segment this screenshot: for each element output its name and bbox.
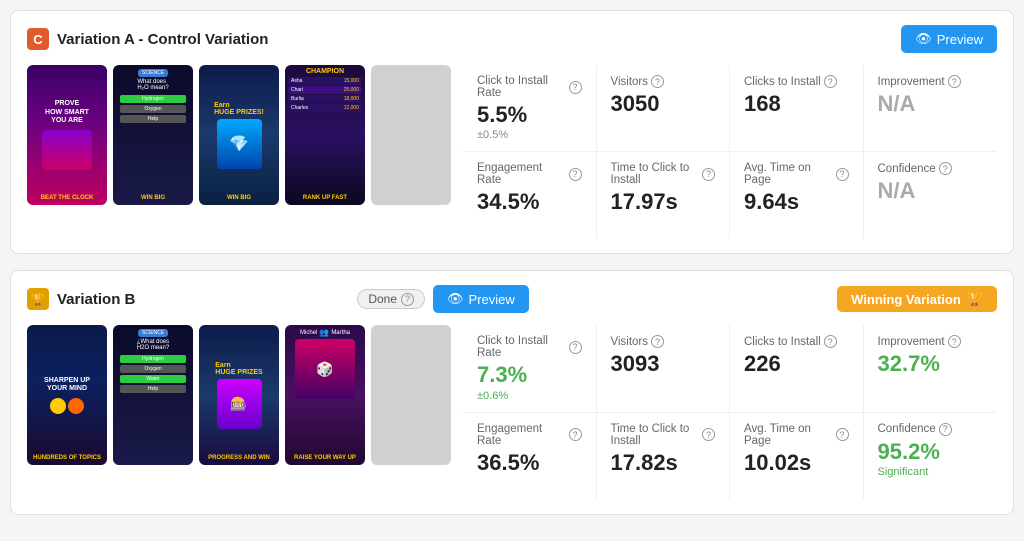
info-icon-b-ttc[interactable]: ? — [702, 428, 715, 441]
stat-b-improvement-value: 32.7% — [878, 352, 984, 376]
variation-b-screenshots: SHARPEN UPYOUR MIND HUNDREDS OF TOPICS S… — [27, 325, 451, 499]
stat-b-click-to-install-rate: Click to Install Rate ? 7.3% ±0.6% — [463, 325, 597, 412]
info-icon-b-at[interactable]: ? — [836, 428, 849, 441]
stat-b-er-value: 36.5% — [477, 451, 582, 475]
variation-a-title: Variation A - Control Variation — [57, 31, 893, 48]
variation-b-stats: Click to Install Rate ? 7.3% ±0.6% Visit… — [463, 325, 997, 499]
screenshot-a-2: SCIENCE What doesH₂O mean? Hydrogen Oxyg… — [113, 65, 193, 205]
trophy-icon: 🏆 — [967, 291, 983, 307]
variation-b-title: Variation B — [57, 291, 349, 308]
info-icon-a-improvement[interactable]: ? — [948, 75, 961, 88]
screenshot-a-4: CHAMPION Asha15,000 Chari25,000 Burlia18… — [285, 65, 365, 205]
info-icon-a-cti[interactable]: ? — [824, 75, 837, 88]
stat-a-ctr-sub: ±0.5% — [477, 129, 582, 141]
info-icon-b-visitors[interactable]: ? — [651, 335, 664, 348]
info-icon-a-er[interactable]: ? — [569, 168, 582, 181]
variation-a-card: C Variation A - Control Variation 👁 Prev… — [10, 10, 1014, 254]
variation-b-header: 🏆 Variation B Done ? 👁 Preview Winning V… — [27, 285, 997, 313]
info-icon-done[interactable]: ? — [401, 293, 414, 306]
info-icon-b-ctr[interactable]: ? — [569, 341, 582, 354]
info-icon-a-at[interactable]: ? — [836, 168, 849, 181]
stat-b-at-value: 10.02s — [744, 451, 849, 475]
variation-b-card: 🏆 Variation B Done ? 👁 Preview Winning V… — [10, 270, 1014, 514]
stat-b-ctr-sub: ±0.6% — [477, 390, 582, 402]
stat-a-avg-time: Avg. Time on Page ? 9.64s — [730, 152, 864, 239]
stat-a-improvement-value: N/A — [878, 92, 984, 116]
info-icon-b-cti[interactable]: ? — [824, 335, 837, 348]
stat-b-cti-value: 226 — [744, 352, 849, 376]
variation-a-body: PROVEHOW SMARTYOU ARE BEAT THE CLOCK SCI… — [27, 65, 997, 239]
eye-icon: 👁 — [915, 31, 932, 47]
variation-a-preview-button[interactable]: 👁 Preview — [901, 25, 997, 53]
info-icon-b-improvement[interactable]: ? — [948, 335, 961, 348]
winning-variation-badge: Winning Variation 🏆 — [837, 286, 997, 312]
variation-b-badge: 🏆 — [27, 288, 49, 310]
screenshot-a-1: PROVEHOW SMARTYOU ARE BEAT THE CLOCK — [27, 65, 107, 205]
stat-a-conf-value: N/A — [878, 179, 984, 203]
variation-b-preview-button[interactable]: 👁 Preview — [433, 285, 529, 313]
stat-a-improvement: Improvement ? N/A — [864, 65, 998, 152]
stat-a-ttc-value: 17.97s — [611, 190, 716, 214]
stat-a-er-value: 34.5% — [477, 190, 582, 214]
stat-b-time-to-click: Time to Click to Install ? 17.82s — [597, 413, 731, 500]
screenshot-a-3: EarnHUGE PRIZES! 💎 WIN BIG — [199, 65, 279, 205]
stat-b-avg-time: Avg. Time on Page ? 10.02s — [730, 413, 864, 500]
info-icon-a-ttc[interactable]: ? — [702, 168, 715, 181]
stat-a-engagement-rate: Engagement Rate ? 34.5% — [463, 152, 597, 239]
screenshot-b-3: EarnHUGE PRIZES 🎰 PROGRESS AND WIN — [199, 325, 279, 465]
variation-a-header: C Variation A - Control Variation 👁 Prev… — [27, 25, 997, 53]
stat-b-visitors-value: 3093 — [611, 352, 716, 376]
eye-icon-b: 👁 — [447, 291, 464, 307]
stat-a-at-value: 9.64s — [744, 190, 849, 214]
info-icon-a-conf[interactable]: ? — [939, 162, 952, 175]
stat-b-conf-value: 95.2% — [878, 440, 984, 464]
info-icon-b-conf[interactable]: ? — [939, 423, 952, 436]
screenshot-b-2: SCIENCE ¿What doesH2O mean? Hydrogen Oxy… — [113, 325, 193, 465]
stat-b-engagement-rate: Engagement Rate ? 36.5% — [463, 413, 597, 500]
screenshot-a-placeholder — [371, 65, 451, 205]
variation-a-badge: C — [27, 28, 49, 50]
stat-b-clicks-to-install: Clicks to Install ? 226 — [730, 325, 864, 412]
variation-a-screenshots: PROVEHOW SMARTYOU ARE BEAT THE CLOCK SCI… — [27, 65, 451, 239]
variation-a-stats: Click to Install Rate ? 5.5% ±0.5% Visit… — [463, 65, 997, 239]
info-icon-a-visitors[interactable]: ? — [651, 75, 664, 88]
stat-b-confidence: Confidence ? 95.2% Significant — [864, 413, 998, 500]
stat-a-cti-value: 168 — [744, 92, 849, 116]
stat-a-click-to-install-rate: Click to Install Rate ? 5.5% ±0.5% — [463, 65, 597, 152]
stat-b-ctr-value: 7.3% — [477, 363, 582, 387]
stat-a-ctr-value: 5.5% — [477, 103, 582, 127]
screenshot-b-1: SHARPEN UPYOUR MIND HUNDREDS OF TOPICS — [27, 325, 107, 465]
stat-a-visitors: Visitors ? 3050 — [597, 65, 731, 152]
screenshot-b-placeholder — [371, 325, 451, 465]
info-icon-b-er[interactable]: ? — [569, 428, 582, 441]
stat-a-confidence: Confidence ? N/A — [864, 152, 998, 239]
variation-b-body: SHARPEN UPYOUR MIND HUNDREDS OF TOPICS S… — [27, 325, 997, 499]
done-badge: Done ? — [357, 289, 425, 309]
stat-b-visitors: Visitors ? 3093 — [597, 325, 731, 412]
stat-b-ttc-value: 17.82s — [611, 451, 716, 475]
stat-b-improvement: Improvement ? 32.7% — [864, 325, 998, 412]
stat-a-time-to-click: Time to Click to Install ? 17.97s — [597, 152, 731, 239]
info-icon-a-ctr[interactable]: ? — [569, 81, 582, 94]
stat-a-clicks-to-install: Clicks to Install ? 168 — [730, 65, 864, 152]
screenshot-b-4: Michel👥Martha 🎲 RAISE YOUR WAY UP — [285, 325, 365, 465]
stat-b-conf-sub: Significant — [878, 466, 984, 478]
stat-a-visitors-value: 3050 — [611, 92, 716, 116]
